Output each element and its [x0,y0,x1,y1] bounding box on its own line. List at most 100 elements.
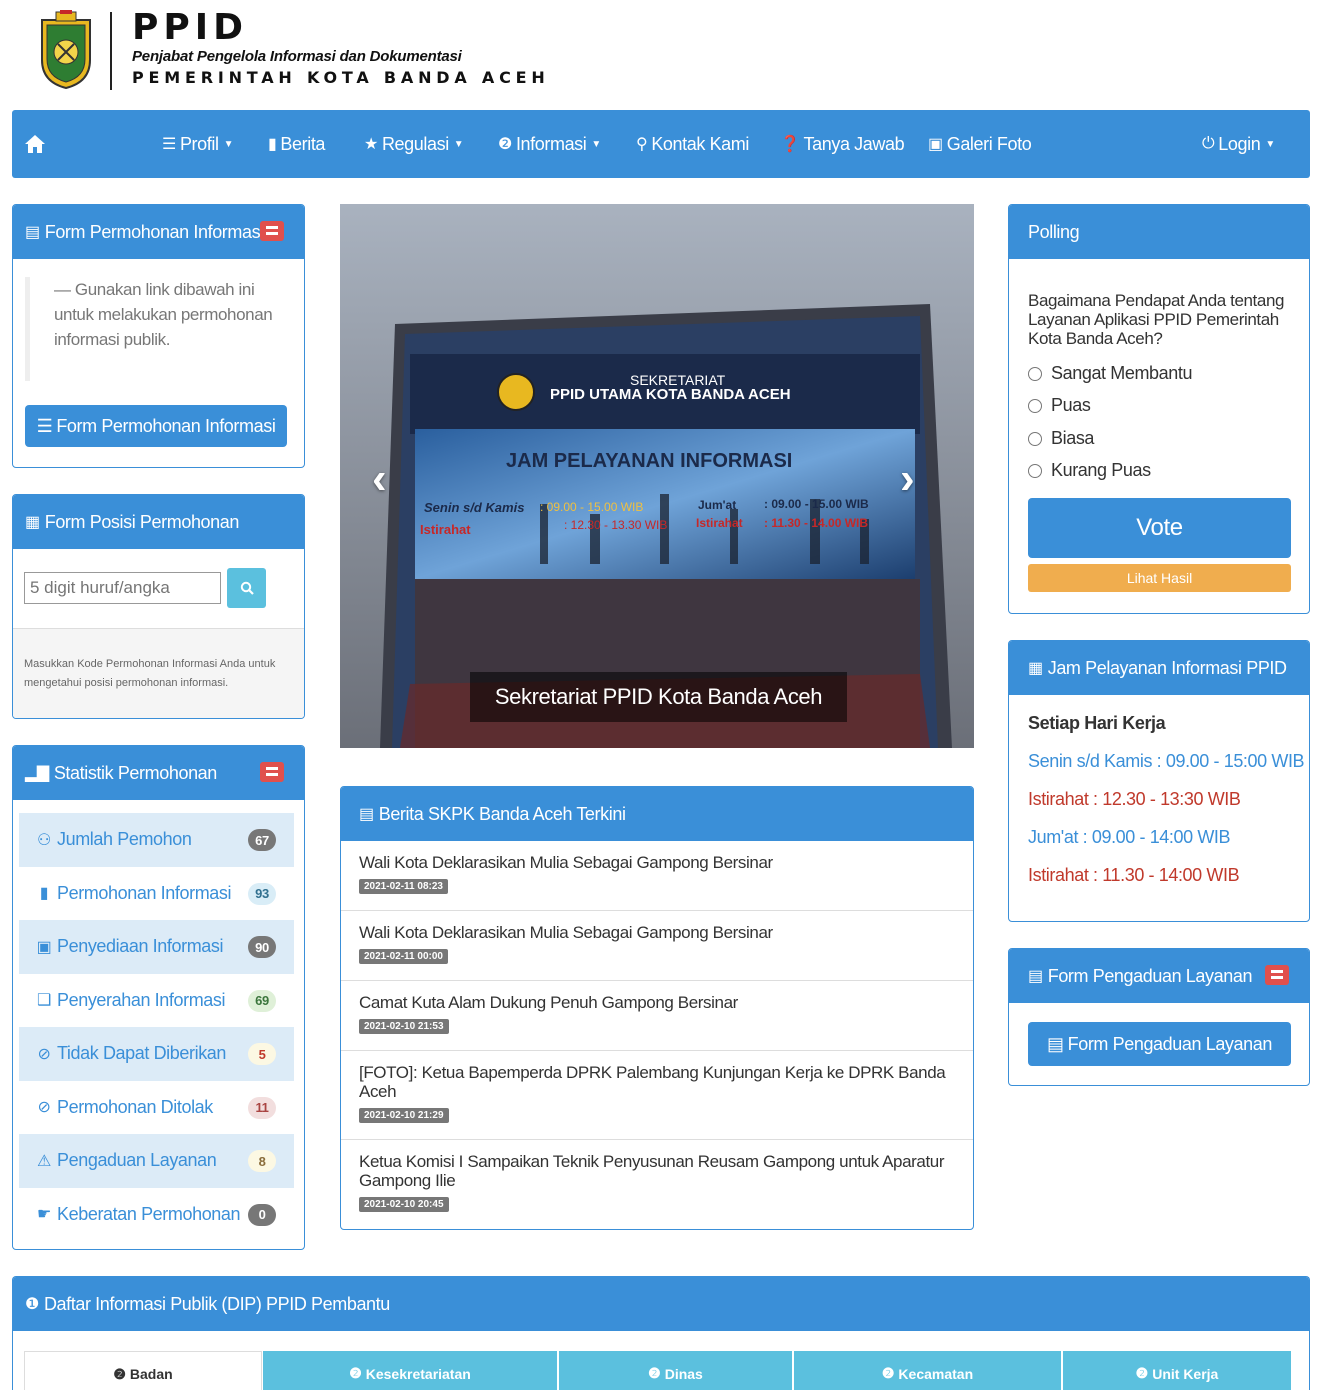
stat-permohonan-ditolak[interactable]: ⊘ Permohonan Ditolak 11 [19,1081,294,1135]
poll-option[interactable]: Biasa [1028,428,1094,449]
nav-informasi[interactable]: ❷ Informasi ▼ [498,110,601,178]
tab-label: Dinas [664,1365,703,1382]
tab-badan[interactable]: ❷ Badan [24,1351,262,1390]
stat-count-badge: 93 [248,882,276,905]
nav-profil[interactable]: ☰ Profil ▼ [162,110,233,178]
jam-line-jumat: Jum'at : 09.00 - 14:00 WIB [1028,827,1231,847]
lihat-hasil-button[interactable]: Lihat Hasil [1028,564,1291,592]
nav-tanya-jawab[interactable]: ❓ Tanya Jawab [780,110,905,178]
stat-penyerahan-informasi[interactable]: ❑ Penyerahan Informasi 69 [19,974,294,1028]
form-permohonan-button[interactable]: ☰ Form Permohonan Informasi [25,405,287,447]
news-title[interactable]: Wali Kota Deklarasikan Mulia Sebagai Gam… [359,923,955,942]
carousel-next-chevron-icon[interactable]: › [900,454,915,504]
news-title[interactable]: Ketua Komisi I Sampaikan Teknik Penyusun… [359,1152,955,1190]
power-icon: ⏻ [1202,135,1215,152]
news-item[interactable]: Camat Kuta Alam Dukung Penuh Gampong Ber… [341,981,973,1051]
news-item[interactable]: Wali Kota Deklarasikan Mulia Sebagai Gam… [341,911,973,981]
sign-break-1: : 12.30 - 13.30 WIB [564,518,668,532]
info-icon: ❷ [648,1365,661,1381]
radio-button[interactable] [1028,463,1042,478]
bar-chart-icon: ▂▇ [25,765,49,782]
panel-form-permohonan-title: Form Permohonan Informasi [44,221,264,242]
nav-login[interactable]: ⏻ Login ▼ [1202,110,1275,178]
form-pengaduan-button-label: Form Pengaduan Layanan [1067,1033,1273,1054]
news-title[interactable]: Wali Kota Deklarasikan Mulia Sebagai Gam… [359,853,955,872]
radio-button[interactable] [1028,398,1042,413]
nav-kontak[interactable]: ⚲ Kontak Kami [636,110,749,178]
tab-label: Unit Kerja [1152,1365,1219,1382]
collapse-toggle-button[interactable] [1265,965,1289,985]
news-title[interactable]: Camat Kuta Alam Dukung Penuh Gampong Ber… [359,993,955,1012]
map-marker-icon: ⚲ [636,136,648,153]
nav-galeri-label: Galeri Foto [946,133,1032,154]
sign-hours-2: : 09.00 - 15.00 WIB [764,497,869,511]
header-divider [110,12,112,90]
stat-keberatan-permohonan[interactable]: ☛ Keberatan Permohonan 0 [19,1188,294,1242]
brand-government: PEMERINTAH KOTA BANDA ACEH [132,68,550,87]
sign-break-2: : 11.30 - 14.00 WIB [764,516,869,530]
panel-berita: ▤ Berita SKPK Banda Aceh Terkini Wali Ko… [340,786,974,1230]
caret-down-icon: ▼ [453,138,464,150]
nav-home[interactable] [24,110,46,178]
radio-button[interactable] [1028,366,1042,381]
tab-unit-kerja[interactable]: ❷ Unit Kerja [1063,1351,1291,1390]
site-header: PPID Penjabat Pengelola Informasi dan Do… [0,0,1327,105]
news-item[interactable]: [FOTO]: Ketua Bapemperda DPRK Palembang … [341,1051,973,1140]
qrcode-icon: ▦ [25,514,40,531]
photo-carousel[interactable]: SEKRETARIAT PPID UTAMA KOTA BANDA ACEH J… [340,204,974,748]
list-alt-icon: ▤ [1028,968,1043,985]
carousel-photo [340,204,974,748]
picture-icon: ▣ [928,136,943,153]
stat-pengaduan-layanan[interactable]: ⚠ Pengaduan Layanan 8 [19,1134,294,1188]
vote-button[interactable]: Vote [1028,498,1291,558]
stat-count-badge: 0 [248,1203,276,1226]
poll-option[interactable]: Puas [1028,395,1091,416]
tab-kesekretariatan[interactable]: ❷ Kesekretariatan [263,1351,557,1390]
stat-label: Tidak Dapat Diberikan [57,1043,227,1064]
panel-berita-header: ▤ Berita SKPK Banda Aceh Terkini [341,787,973,841]
radio-button[interactable] [1028,431,1042,446]
stat-permohonan-informasi[interactable]: ▮ Permohonan Informasi 93 [19,867,294,921]
news-date-badge: 2021-02-10 21:29 [359,1108,449,1123]
carousel-prev-chevron-icon[interactable]: ‹ [372,454,387,504]
stat-jumlah-pemohon[interactable]: ⚇ Jumlah Pemohon 67 [19,813,294,867]
info-icon: ❷ [881,1365,895,1381]
news-title[interactable]: [FOTO]: Ketua Bapemperda DPRK Palembang … [359,1063,955,1101]
stat-penyediaan-informasi[interactable]: ▣ Penyediaan Informasi 90 [19,920,294,974]
nav-informasi-label: Informasi [515,133,587,154]
statistik-list: ⚇ Jumlah Pemohon 67 ▮ Permohonan Informa… [19,813,294,1241]
search-button[interactable] [227,568,266,608]
form-pengaduan-button[interactable]: ▤ Form Pengaduan Layanan [1028,1022,1291,1066]
brand-title[interactable]: PPID [132,10,550,46]
list-icon: ☰ [36,415,53,436]
nav-login-label: Login [1218,133,1261,154]
panel-pengaduan-title: Form Pengaduan Layanan [1047,965,1253,986]
poll-option[interactable]: Kurang Puas [1028,460,1151,481]
panel-statistik-header: ▂▇ Statistik Permohonan [13,746,304,800]
news-item[interactable]: Ketua Komisi I Sampaikan Teknik Penyusun… [341,1140,973,1229]
sign-break-label: Istirahat [420,522,471,537]
nav-regulasi[interactable]: ★ Regulasi ▼ [364,110,464,178]
stat-count-badge: 5 [248,1043,276,1065]
banda-aceh-crest-logo[interactable] [38,10,94,90]
nav-profil-label: Profil [179,133,219,154]
kode-permohonan-input[interactable] [24,572,221,604]
caret-down-icon: ▼ [223,138,234,150]
stat-label: Keberatan Permohonan [57,1203,241,1224]
stat-label: Permohonan Ditolak [57,1096,213,1117]
collapse-toggle-button[interactable] [260,221,284,241]
poll-option[interactable]: Sangat Membantu [1028,363,1193,384]
stat-label: Jumlah Pemohon [57,829,192,850]
stat-tidak-dapat-diberikan[interactable]: ⊘ Tidak Dapat Diberikan 5 [19,1027,294,1081]
main-navbar: ☰ Profil ▼ ▮ Berita ★ Regulasi ▼ ❷ Infor… [12,110,1310,178]
collapse-toggle-button[interactable] [260,762,284,782]
tab-dinas[interactable]: ❷ Dinas [559,1351,792,1390]
nav-berita[interactable]: ▮ Berita [268,110,325,178]
nav-galeri[interactable]: ▣ Galeri Foto [928,110,1032,178]
form-permohonan-button-label: Form Permohonan Informasi [56,415,276,436]
news-item[interactable]: Wali Kota Deklarasikan Mulia Sebagai Gam… [341,841,973,911]
stat-count-badge: 90 [248,936,276,958]
panel-statistik-title: Statistik Permohonan [53,762,217,783]
sign-days-1: Senin s/d Kamis [424,500,525,515]
tab-kecamatan[interactable]: ❷ Kecamatan [794,1351,1061,1390]
